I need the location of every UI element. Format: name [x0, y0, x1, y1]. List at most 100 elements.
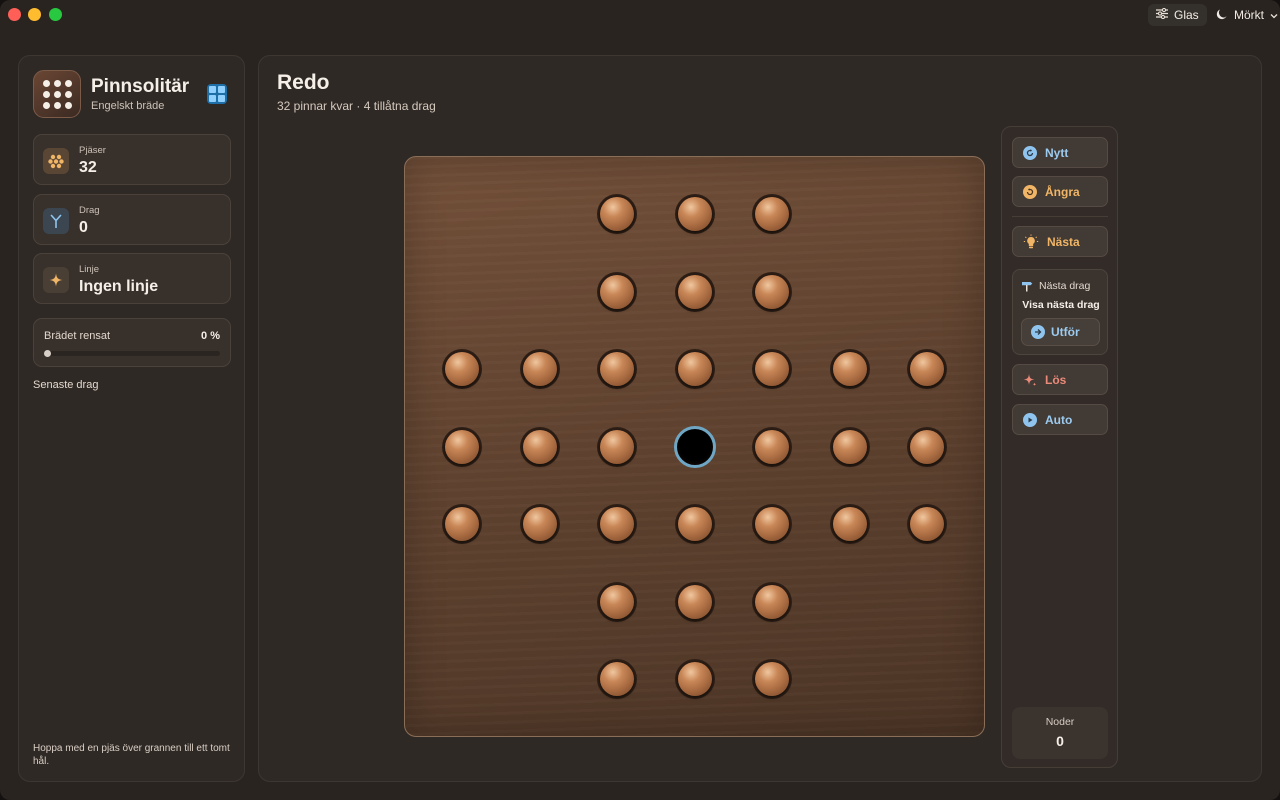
peg-slot[interactable]	[907, 426, 947, 467]
peg[interactable]	[677, 507, 712, 541]
peg-slot[interactable]	[597, 659, 637, 699]
app-window: Glas Mörkt Pinnsolitär Engelskt bräde Pj…	[0, 0, 1280, 800]
peg-slot[interactable]	[752, 581, 792, 622]
nodes-card: Noder 0	[1012, 707, 1108, 759]
peg[interactable]	[445, 352, 479, 386]
peg-slot[interactable]	[597, 581, 637, 622]
board-cleared-label: Brädet rensat	[44, 330, 111, 342]
peg-slot[interactable]	[519, 426, 560, 467]
game-status-title: Redo	[277, 71, 330, 94]
peg[interactable]	[755, 352, 789, 386]
peg-slot[interactable]	[597, 349, 637, 389]
close-window-button[interactable]	[8, 8, 21, 21]
peg[interactable]	[600, 429, 634, 464]
pieces-card: Pjäser 32	[33, 134, 231, 185]
peg-slot[interactable]	[597, 271, 637, 312]
peg[interactable]	[677, 584, 712, 619]
peg[interactable]	[522, 507, 557, 541]
new-game-label: Nytt	[1045, 145, 1069, 160]
line-value: Ingen linje	[79, 278, 159, 295]
peg-slot[interactable]	[752, 504, 792, 544]
peg-slot[interactable]	[674, 659, 715, 699]
peg-slot[interactable]	[674, 271, 715, 312]
undo-icon	[1023, 184, 1037, 199]
game-status-subtitle: 32 pinnar kvar · 4 tillåtna drag	[277, 99, 436, 113]
peg[interactable]	[677, 352, 712, 386]
peg[interactable]	[522, 429, 557, 464]
peg[interactable]	[910, 507, 944, 541]
peg[interactable]	[600, 662, 634, 696]
peg[interactable]	[832, 429, 867, 464]
peg-slot[interactable]	[907, 349, 947, 389]
peg[interactable]	[755, 274, 789, 309]
run-move-label: Utför	[1051, 325, 1080, 339]
peg-slot[interactable]	[674, 581, 715, 622]
peg-slot[interactable]	[674, 504, 715, 544]
theme-label: Mörkt	[1234, 8, 1264, 22]
peg[interactable]	[600, 197, 634, 231]
peg[interactable]	[755, 584, 789, 619]
board-layout-icon[interactable]	[207, 84, 227, 104]
peg[interactable]	[755, 662, 789, 696]
peg[interactable]	[600, 507, 634, 541]
undo-button[interactable]: Ångra	[1012, 176, 1108, 207]
peg-slot[interactable]	[442, 349, 482, 389]
peg-slot[interactable]	[519, 349, 560, 389]
peg-slot[interactable]	[907, 504, 947, 544]
minimize-window-button[interactable]	[28, 8, 41, 21]
peg[interactable]	[755, 507, 789, 541]
theme-dropdown[interactable]: Mörkt	[1208, 4, 1280, 26]
glass-style-label: Glas	[1174, 8, 1199, 22]
peg[interactable]	[677, 197, 712, 231]
line-card: Linje Ingen linje	[33, 253, 231, 304]
peg-slot[interactable]	[752, 349, 792, 389]
run-move-button[interactable]: Utför	[1021, 318, 1100, 346]
moves-value: 0	[79, 219, 88, 236]
signpost-icon	[1021, 280, 1033, 292]
auto-play-button[interactable]: Auto	[1012, 404, 1108, 435]
peg-slot[interactable]	[752, 426, 792, 467]
moves-label: Drag	[79, 205, 100, 216]
next-move-card: Nästa drag Visa nästa drag Utför	[1012, 269, 1108, 355]
peg[interactable]	[445, 507, 479, 541]
glass-style-button[interactable]: Glas	[1148, 4, 1207, 26]
zoom-window-button[interactable]	[49, 8, 62, 21]
peg-slot[interactable]	[752, 271, 792, 312]
peg-slot[interactable]	[597, 194, 637, 234]
next-hint-button[interactable]: Nästa	[1012, 226, 1108, 257]
main-panel: Redo 32 pinnar kvar · 4 tillåtna drag Ny…	[258, 55, 1262, 782]
peg-slot[interactable]	[674, 194, 715, 234]
peg-slot[interactable]	[442, 504, 482, 544]
new-game-button[interactable]: Nytt	[1012, 137, 1108, 168]
empty-hole[interactable]	[673, 425, 716, 468]
peg[interactable]	[445, 429, 479, 464]
peg[interactable]	[677, 662, 712, 696]
peg-slot[interactable]	[829, 426, 870, 467]
peg-slot[interactable]	[829, 349, 870, 389]
peg-slot[interactable]	[597, 426, 637, 467]
peg-slot[interactable]	[674, 349, 715, 389]
peg[interactable]	[832, 507, 867, 541]
recent-moves-heading: Senaste drag	[33, 379, 99, 391]
peg[interactable]	[910, 352, 944, 386]
solve-button[interactable]: Lös	[1012, 364, 1108, 395]
peg[interactable]	[600, 352, 634, 386]
peg[interactable]	[755, 197, 789, 231]
peg-slot[interactable]	[442, 426, 482, 467]
peg-slot[interactable]	[752, 659, 792, 699]
game-board[interactable]	[404, 156, 985, 737]
peg[interactable]	[522, 352, 557, 386]
peg-slot[interactable]	[829, 504, 870, 544]
progress-fill	[44, 350, 51, 357]
peg-slot[interactable]	[597, 504, 637, 544]
peg[interactable]	[600, 274, 634, 309]
peg[interactable]	[755, 429, 789, 464]
peg[interactable]	[677, 274, 712, 309]
sidebar: Pinnsolitär Engelskt bräde Pjäser 32 Dra…	[18, 55, 245, 782]
peg-slot[interactable]	[752, 194, 792, 234]
branch-icon	[43, 208, 69, 234]
peg-slot[interactable]	[519, 504, 560, 544]
peg[interactable]	[910, 429, 944, 464]
peg[interactable]	[600, 584, 634, 619]
peg[interactable]	[832, 352, 867, 386]
